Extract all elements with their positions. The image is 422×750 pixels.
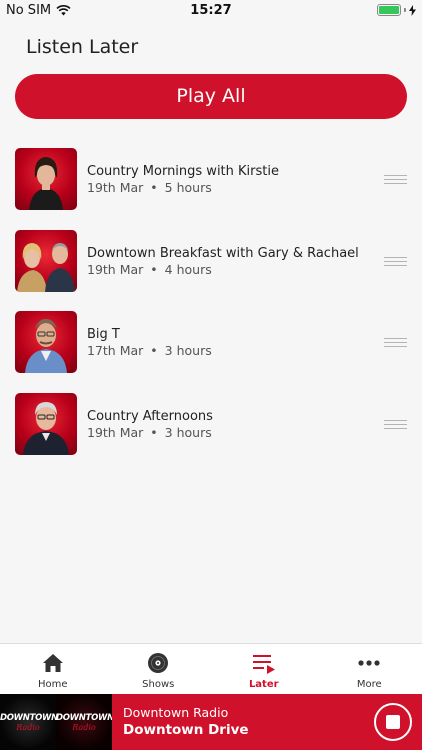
logo-subtext: Radio (72, 723, 96, 732)
episode-thumbnail (15, 229, 77, 292)
episode-title: Country Afternoons (87, 408, 213, 424)
play-all-button[interactable]: Play All (15, 74, 407, 119)
page-title: Listen Later (26, 36, 139, 58)
episode-date: 19th Mar (87, 180, 144, 195)
charging-icon (409, 4, 416, 16)
episode-meta: 19th Mar • 5 hours (87, 180, 212, 195)
logo-subtext: Radio (16, 723, 40, 732)
status-time: 15:27 (190, 3, 232, 18)
episode-meta: 19th Mar • 3 hours (87, 425, 212, 440)
episode-title: Downtown Breakfast with Gary & Rachael (87, 245, 359, 261)
episode-date: 19th Mar (87, 424, 144, 440)
episode-thumbnail (15, 148, 77, 210)
list-item[interactable]: Downtown Breakfast with Gary & Rachael 1… (0, 229, 422, 312)
drag-handle-icon[interactable] (384, 419, 407, 429)
drag-handle-icon[interactable] (384, 256, 407, 266)
episode-duration: 3 hours (164, 343, 212, 358)
episode-thumbnail (15, 311, 77, 373)
episode-duration: 3 hours (164, 424, 212, 440)
disc-icon (148, 653, 169, 673)
tab-label: Shows (142, 679, 175, 690)
episode-meta: 19th Mar • 4 hours (87, 262, 212, 277)
battery-tip (404, 8, 406, 12)
episode-date: 19th Mar (87, 261, 144, 277)
episode-duration: 5 hours (164, 180, 212, 195)
presenter-photo-icon (23, 401, 69, 455)
logo-text: DOWNTOWN (56, 713, 112, 723)
tab-bar: Home Shows Later More (0, 643, 422, 694)
episode-title: Big T (87, 327, 120, 342)
station-logo: DOWNTOWN Radio DOWNTOWN Radio (0, 694, 112, 750)
stop-button[interactable] (374, 703, 412, 741)
episode-duration: 4 hours (164, 261, 212, 277)
meta-separator: • (150, 424, 158, 440)
battery-icon (377, 4, 401, 16)
episode-meta: 17th Mar • 3 hours (87, 343, 212, 358)
list-item[interactable]: Big T 17th Mar • 3 hours (0, 311, 422, 393)
presenter-photo-icon (29, 157, 63, 210)
tab-more[interactable]: More (317, 644, 422, 694)
episode-date: 17th Mar (87, 343, 144, 358)
now-playing-bar[interactable]: DOWNTOWN Radio DOWNTOWN Radio Downtown R… (0, 694, 422, 750)
now-playing-show: Downtown Drive (123, 722, 249, 738)
status-right (377, 4, 416, 16)
tab-home[interactable]: Home (0, 644, 106, 694)
meta-separator: • (150, 180, 158, 195)
list-item[interactable]: Country Mornings with Kirstie 19th Mar • 5… (0, 148, 422, 230)
list-item[interactable]: Country Afternoons 19th Mar • 3 hours (0, 392, 422, 475)
meta-separator: • (150, 343, 158, 358)
now-playing-station: Downtown Radio (123, 705, 229, 720)
playlist-icon (252, 655, 275, 674)
meta-separator: • (150, 261, 158, 277)
stop-icon (386, 715, 400, 729)
more-icon (358, 660, 380, 666)
status-bar: No SIM 15:27 (0, 0, 422, 22)
drag-handle-icon[interactable] (384, 175, 407, 184)
episode-title: Country Mornings with Kirstie (87, 164, 279, 179)
episode-thumbnail (15, 392, 77, 455)
logo-text: DOWNTOWN (0, 713, 58, 723)
presenter-photo-icon (17, 242, 75, 292)
tab-later[interactable]: Later (211, 644, 317, 694)
tab-shows[interactable]: Shows (106, 644, 212, 694)
tab-label: More (356, 679, 382, 690)
tab-label: Later (248, 679, 279, 690)
tab-label: Home (37, 679, 68, 690)
home-icon (42, 654, 63, 672)
drag-handle-icon[interactable] (384, 338, 407, 347)
episode-list: Country Mornings with Kirstie 19th Mar • 5… (0, 148, 422, 474)
presenter-photo-icon (25, 319, 67, 373)
